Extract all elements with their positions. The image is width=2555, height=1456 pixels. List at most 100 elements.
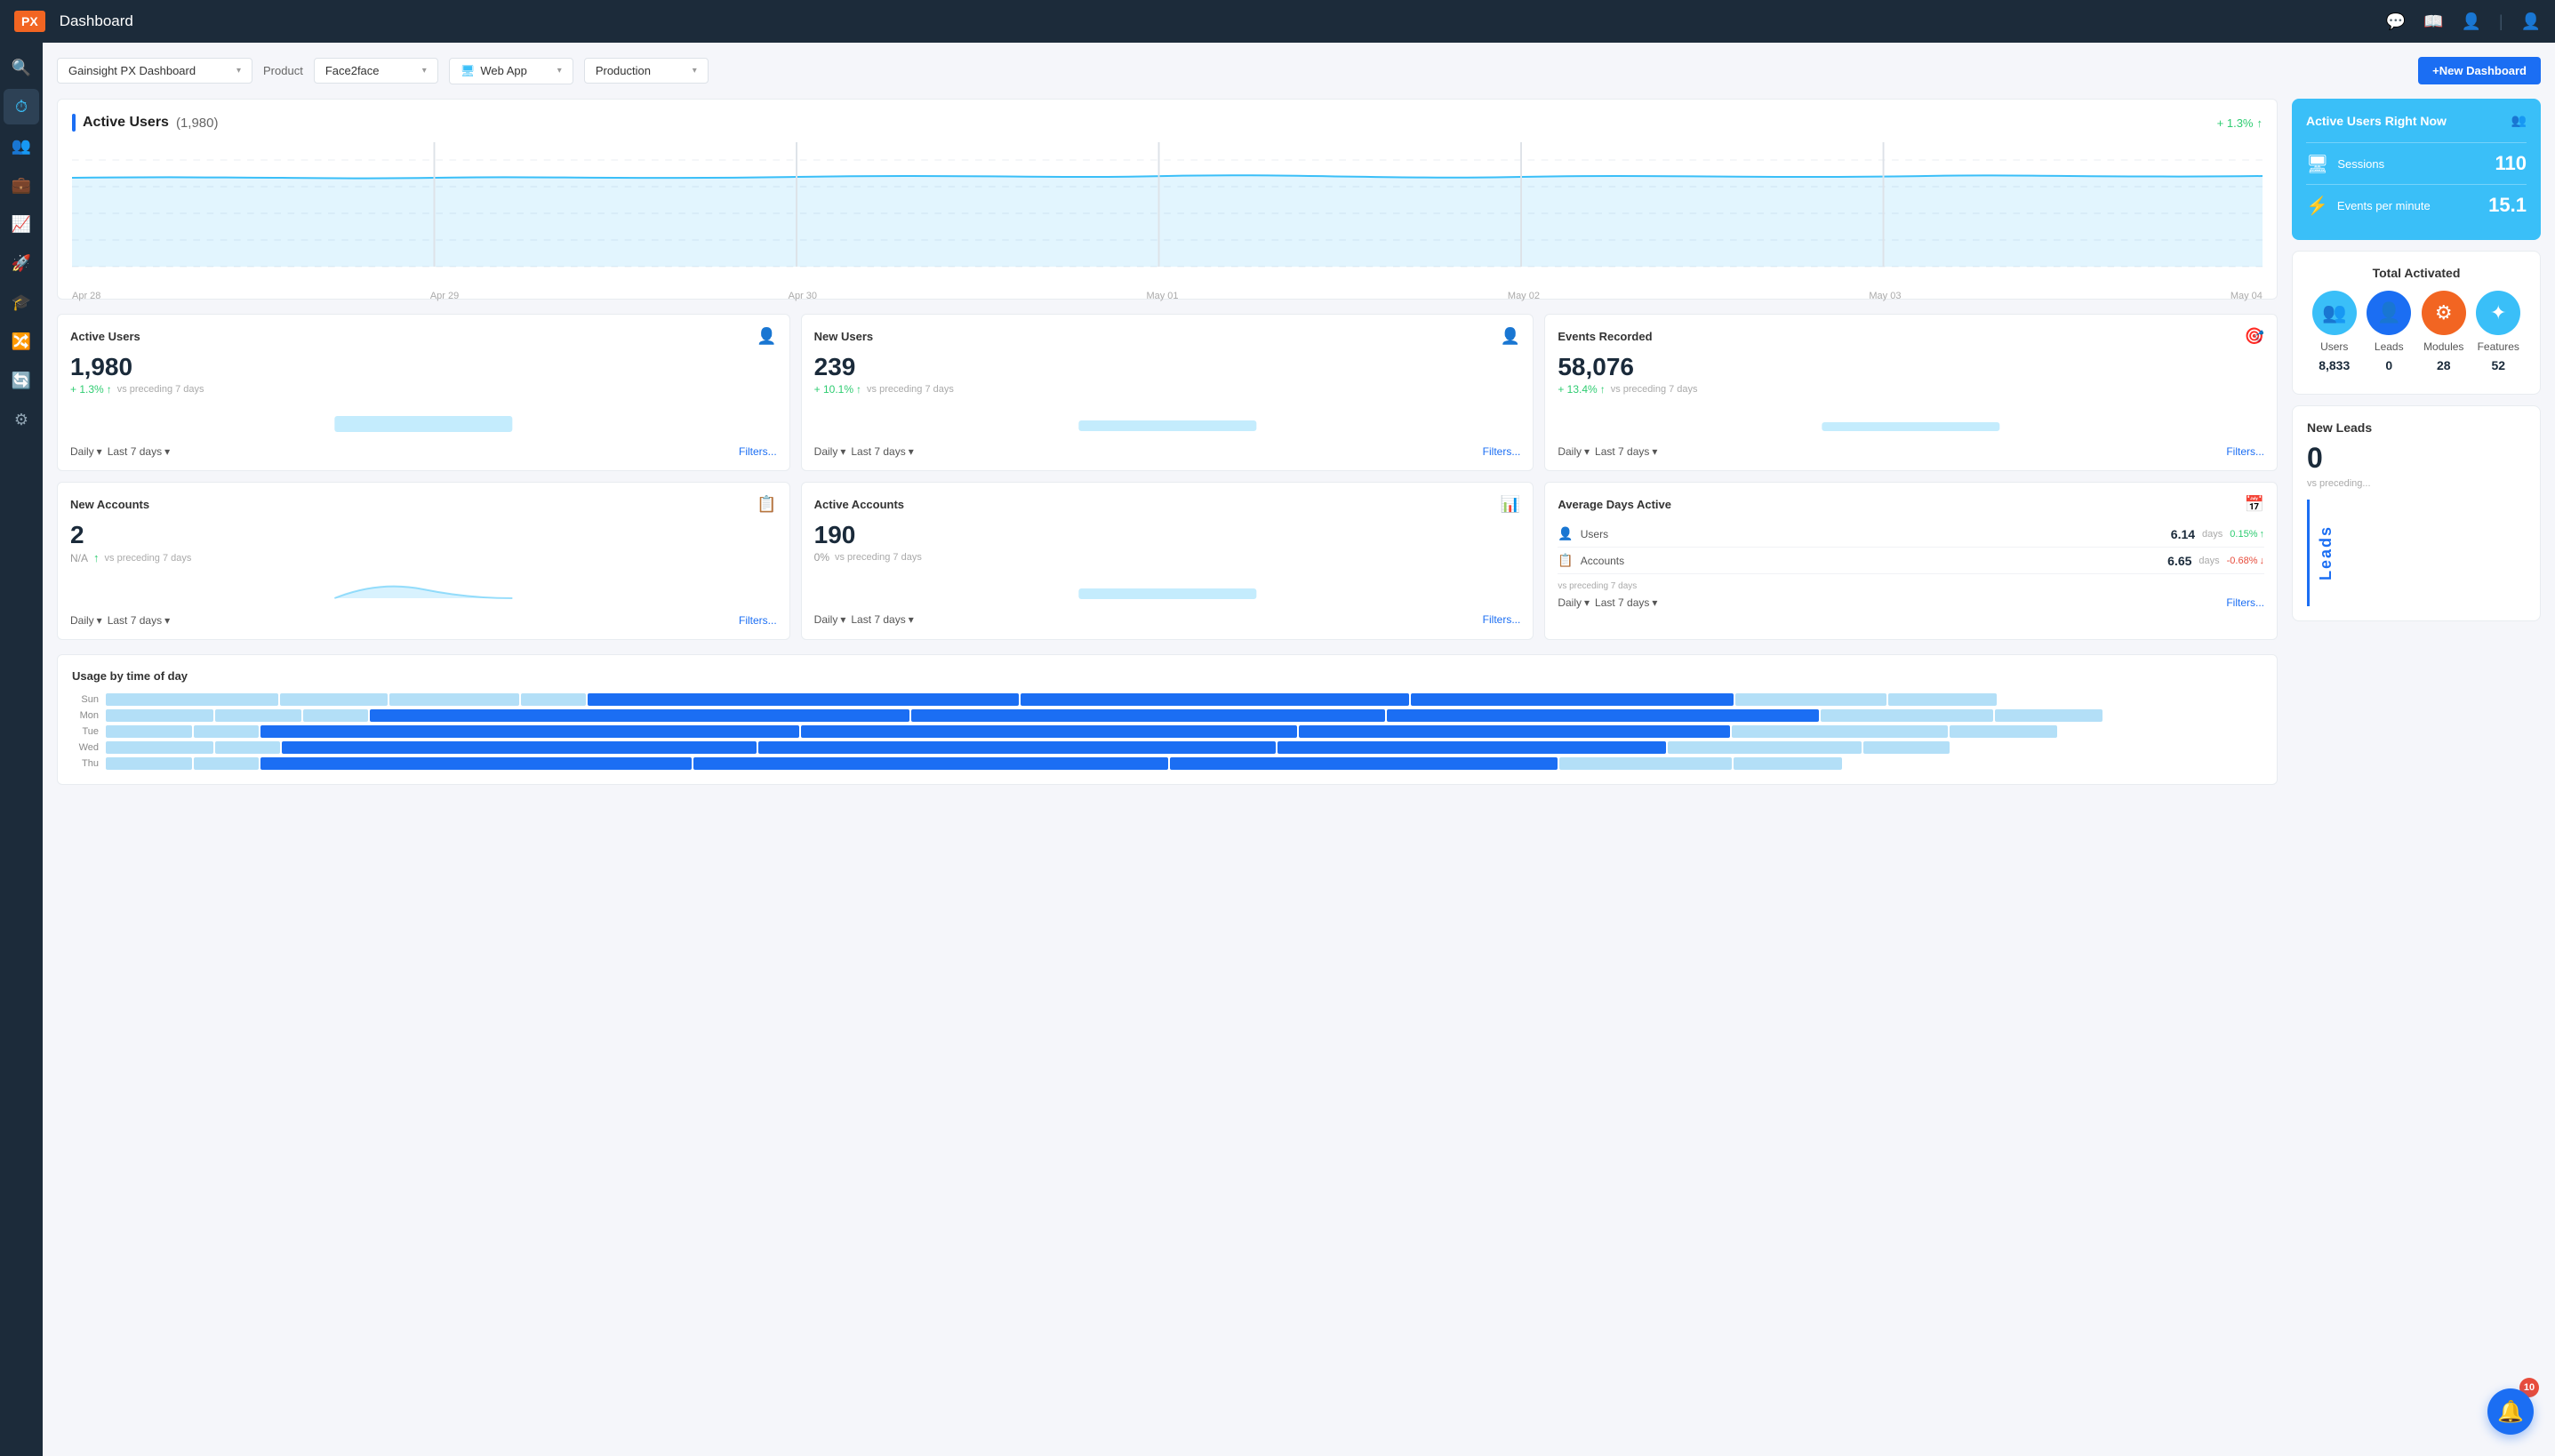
usage-bar <box>1995 709 2102 722</box>
usage-bar <box>1387 709 1818 722</box>
chart-header: Active Users (1,980) + 1.3% <box>72 114 2263 132</box>
events-per-min-row: ⚡ Events per minute 15.1 <box>2306 184 2527 226</box>
product-select[interactable]: Face2face ▾ <box>314 58 438 84</box>
new-accounts-mini-chart <box>70 572 777 607</box>
new-users-period-select[interactable]: Daily ▾ <box>814 445 846 458</box>
usage-bar <box>260 757 692 770</box>
user-icon[interactable]: 👤 <box>2521 12 2541 31</box>
active-users-right-now-card: Active Users Right Now 👥 🖥 Sessions 110 … <box>2292 99 2541 240</box>
new-accounts-period-select[interactable]: Daily ▾ <box>70 614 102 627</box>
activated-users-icon: 👥 <box>2312 291 2357 335</box>
activated-users-label: Users <box>2320 340 2348 353</box>
new-accounts-preceding: vs preceding 7 days <box>105 553 192 564</box>
new-users-filters-btn[interactable]: Filters... <box>1483 445 1521 458</box>
active-users-chart-count: (1,980) <box>176 116 219 131</box>
events-filters-btn[interactable]: Filters... <box>2226 445 2264 458</box>
sidebar-item-audience[interactable]: 👥 <box>4 128 39 164</box>
new-leads-title: New Leads <box>2307 420 2526 435</box>
active-users-mini-chart <box>70 403 777 438</box>
activated-modules-label: Modules <box>2423 340 2463 353</box>
events-header: Events Recorded 🎯 <box>1558 327 2264 346</box>
avg-users-row: 👤 Users 6.14 days 0.15% <box>1558 521 2264 548</box>
events-per-min-value: 15.1 <box>2488 194 2527 217</box>
day-label-tue: Tue <box>72 726 99 737</box>
usage-bar <box>106 757 192 770</box>
active-users-change: + 1.3% <box>70 383 112 396</box>
sidebar-item-engagements[interactable]: 💼 <box>4 167 39 203</box>
active-accounts-filters-btn[interactable]: Filters... <box>1483 613 1521 626</box>
dashboard-select-label: Gainsight PX Dashboard <box>68 64 196 77</box>
accounts-avg-val: 6.65 <box>2167 554 2191 568</box>
usage-bar <box>1411 693 1734 706</box>
active-users-period-select[interactable]: Daily ▾ <box>70 445 102 458</box>
right-column: Active Users Right Now 👥 🖥 Sessions 110 … <box>2292 99 2541 785</box>
events-period-select[interactable]: Daily ▾ <box>1558 445 1590 458</box>
users-label: Users <box>1581 528 2164 540</box>
content-area: Active Users (1,980) + 1.3% <box>57 99 2541 785</box>
active-accounts-preceding: vs preceding 7 days <box>835 552 922 563</box>
new-accounts-filters-btn[interactable]: Filters... <box>739 614 777 627</box>
avg-days-range-select[interactable]: Last 7 days ▾ <box>1595 596 1657 609</box>
sidebar-item-retention[interactable]: 🔄 <box>4 363 39 398</box>
avg-days-filters-btn[interactable]: Filters... <box>2226 596 2264 609</box>
day-label-sun: Sun <box>72 694 99 705</box>
activated-features-label: Features <box>2478 340 2519 353</box>
blue-bar-indicator <box>72 114 76 132</box>
dashboard-select[interactable]: Gainsight PX Dashboard ▾ <box>57 58 252 84</box>
events-range-select[interactable]: Last 7 days ▾ <box>1595 445 1657 458</box>
sidebar-item-paths[interactable]: 🔀 <box>4 324 39 359</box>
sidebar-item-search[interactable]: 🔍 <box>4 50 39 85</box>
events-preceding: vs preceding 7 days <box>1611 384 1698 395</box>
new-dashboard-button[interactable]: +New Dashboard <box>2418 57 2541 84</box>
new-users-range-select[interactable]: Last 7 days ▾ <box>851 445 913 458</box>
top-nav: PX Dashboard 💬 📖 👤 | 👤 <box>0 0 2555 43</box>
new-leads-card: New Leads 0 vs preceding... Leads <box>2292 405 2541 621</box>
chat-icon[interactable]: 💬 <box>2386 12 2406 31</box>
book-icon[interactable]: 📖 <box>2423 12 2443 31</box>
active-users-footer: Daily ▾ Last 7 days ▾ Filters... <box>70 445 777 458</box>
sidebar-item-knowledge[interactable]: 🎓 <box>4 284 39 320</box>
new-accounts-range-select[interactable]: Last 7 days ▾ <box>108 614 170 627</box>
active-accounts-change: 0% <box>814 551 829 564</box>
active-users-preceding: vs preceding 7 days <box>117 384 204 395</box>
avg-days-period-select[interactable]: Daily ▾ <box>1558 596 1590 609</box>
usage-bar <box>1170 757 1558 770</box>
events-mini-chart <box>1558 403 2264 438</box>
active-accounts-period-select[interactable]: Daily ▾ <box>814 613 846 626</box>
usage-bar <box>1950 725 2057 738</box>
x-label-apr30: Apr 30 <box>789 291 817 301</box>
up-arrow-icon <box>1600 383 1606 396</box>
usage-bar <box>1821 709 1993 722</box>
events-per-min-label: Events per minute <box>2337 199 2479 212</box>
usage-bar <box>1735 693 1886 706</box>
usage-bar <box>215 709 301 722</box>
usage-bar <box>106 725 192 738</box>
active-accounts-icon: 📊 <box>1501 495 1520 514</box>
events-footer: Daily ▾ Last 7 days ▾ Filters... <box>1558 445 2264 458</box>
sidebar-item-settings[interactable]: ⚙ <box>4 402 39 437</box>
active-users-filters-btn[interactable]: Filters... <box>739 445 777 458</box>
sessions-icon: 🖥 <box>2306 153 2328 175</box>
usage-bar <box>1299 725 1730 738</box>
webapp-select[interactable]: 🖥 Web App ▾ <box>449 58 573 84</box>
usage-bar <box>1863 741 1950 754</box>
active-accounts-range-select[interactable]: Last 7 days ▾ <box>851 613 913 626</box>
notification-button[interactable]: 🔔 <box>2487 1388 2534 1435</box>
active-accounts-mini-chart <box>814 571 1521 606</box>
usage-bar <box>215 741 280 754</box>
sidebar-item-journeys[interactable]: 🚀 <box>4 245 39 281</box>
circle-user-icon[interactable]: 👤 <box>2461 12 2480 31</box>
active-users-title: Active Users <box>70 330 140 343</box>
active-users-range-select[interactable]: Last 7 days ▾ <box>108 445 170 458</box>
usage-bar <box>693 757 1168 770</box>
usage-title: Usage by time of day <box>72 669 2263 683</box>
sidebar-item-analytics[interactable]: ⏱ <box>4 89 39 124</box>
events-icon: 🎯 <box>2245 327 2264 346</box>
sidebar-item-reports[interactable]: 📈 <box>4 206 39 242</box>
environment-select[interactable]: Production ▾ <box>584 58 709 84</box>
usage-row-tue: Tue <box>72 725 2263 738</box>
up-arrow-icon <box>93 551 100 564</box>
logo: PX <box>14 11 45 32</box>
new-users-preceding: vs preceding 7 days <box>867 384 954 395</box>
usage-bars-mon <box>106 709 2263 722</box>
